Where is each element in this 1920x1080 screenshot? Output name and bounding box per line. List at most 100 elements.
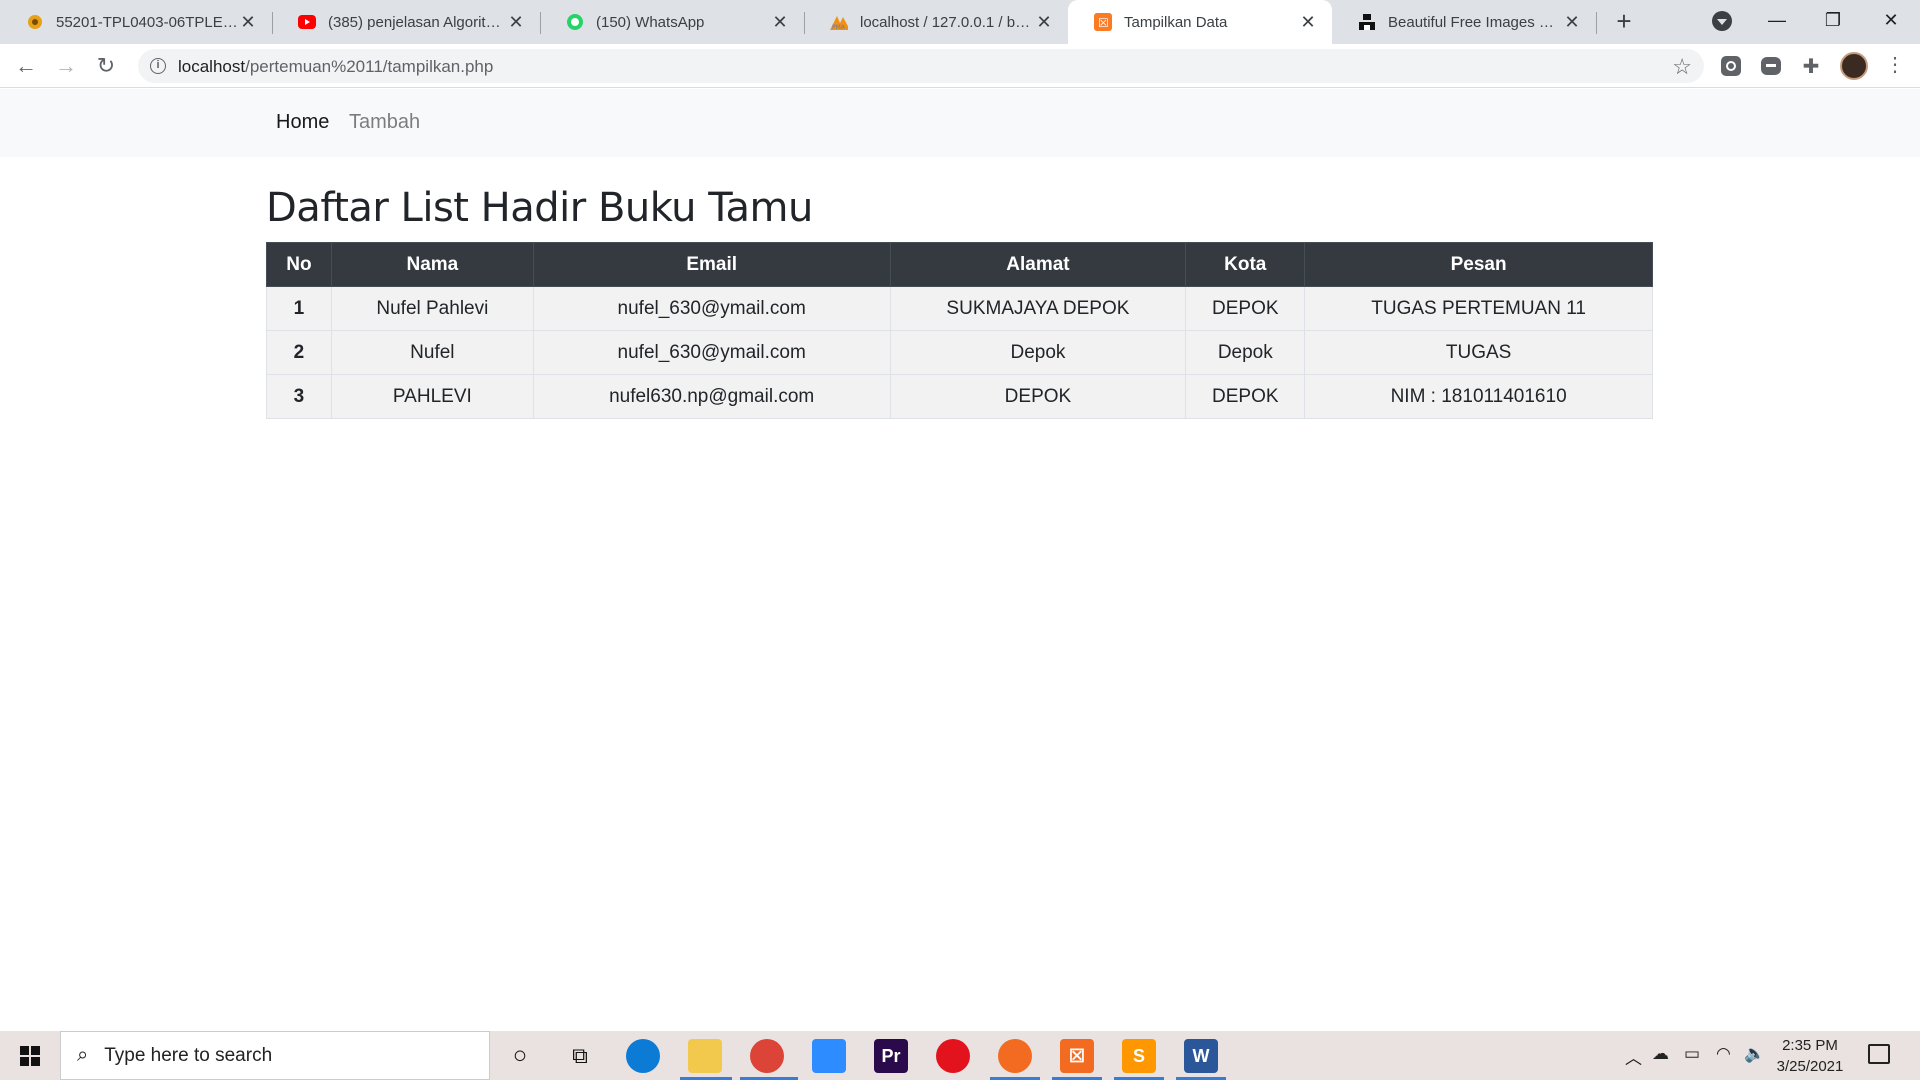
extension-chat-icon[interactable] [1760,55,1782,77]
profile-avatar[interactable] [1840,52,1868,80]
clock-time: 2:35 PM [1782,1037,1838,1054]
tab-title: 55201-TPL0403-06TPLE016 - [56,13,238,31]
youtube-icon [298,13,316,31]
tab-title: (385) penjelasan Algoritma K [328,13,506,31]
restore-button[interactable]: ❐ [1808,4,1858,36]
cell-pesan: TUGAS [1304,330,1653,375]
column-header-no: No [266,242,332,287]
cell-email: nufel_630@ymail.com [532,286,891,331]
site-navbar: Home Tambah [0,89,1920,157]
cell-nama: Nufel [330,330,534,375]
phpmyadmin-icon: PMA [830,13,848,31]
word-icon[interactable]: W [1184,1039,1218,1073]
table-row: 3 PAHLEVI nufel630.np@gmail.com DEPOK DE… [266,374,1653,419]
info-icon[interactable]: i [150,58,166,74]
tab-title: localhost / 127.0.0.1 / buku_ [860,13,1034,31]
extensions-puzzle-icon[interactable]: ✚ [1800,55,1822,78]
browser-toolbar: ← → ↻ i localhost/pertemuan%2011/tampilk… [0,44,1920,88]
tab-title: (150) WhatsApp [596,13,705,31]
column-header-kota: Kota [1185,242,1306,287]
back-button[interactable]: ← [12,52,40,80]
clock-date: 3/25/2021 [1776,1058,1844,1075]
wifi-icon[interactable]: ◠ [1716,1044,1731,1064]
unsplash-icon [1358,13,1376,31]
cell-nama: Nufel Pahlevi [330,286,534,331]
tab-search-icon[interactable] [1712,11,1732,31]
cell-nama: PAHLEVI [330,374,534,419]
taskbar-search-box[interactable]: ⌕ Type here to search [60,1031,490,1080]
cell-no: 1 [266,286,332,331]
nav-link-tambah[interactable]: Tambah [349,111,420,134]
url-path: /pertemuan%2011/tampilkan.php [245,57,494,76]
xampp-taskbar-icon[interactable]: ☒ [1060,1039,1094,1073]
menu-kebab-icon[interactable]: ⋮ [1885,54,1905,76]
close-icon[interactable]: ✕ [238,12,258,32]
forward-button[interactable]: → [52,52,80,80]
new-tab-button[interactable]: + [1610,8,1638,36]
zoom-icon[interactable] [812,1039,846,1073]
table-row: 2 Nufel nufel_630@ymail.com Depok Depok … [266,330,1653,375]
extension-icon[interactable] [1720,55,1742,77]
page-content: Home Tambah Daftar List Hadir Buku Tamu … [0,89,1920,1031]
file-explorer-icon[interactable] [688,1039,722,1073]
tab-youtube[interactable]: (385) penjelasan Algoritma K ✕ [272,0,540,44]
taskbar-clock[interactable]: 2:35 PM 3/25/2021 [1770,1035,1850,1077]
tab-title: Tampilkan Data [1124,13,1228,31]
chrome-icon[interactable] [750,1039,784,1073]
whatsapp-icon [566,13,584,31]
window-close-button[interactable]: ✕ [1866,4,1916,36]
volume-icon[interactable]: 🔈 [1744,1044,1765,1064]
tab-title: Beautiful Free Images & Pictu [1388,13,1562,31]
cell-alamat: SUKMAJAYA DEPOK [889,286,1187,331]
start-button[interactable] [0,1031,60,1080]
blender-icon[interactable] [998,1039,1032,1073]
cell-kota: Depok [1185,330,1306,375]
table-header-row: No Nama Email Alamat Kota Pesan [266,242,1653,287]
cell-no: 2 [266,330,332,375]
url-host: localhost [178,57,246,76]
premiere-icon[interactable]: Pr [874,1039,908,1073]
cell-alamat: Depok [889,330,1187,375]
column-header-alamat: Alamat [889,242,1187,287]
tab-tampilkan-data[interactable]: ☒ Tampilkan Data ✕ [1068,0,1332,44]
notification-center-icon[interactable] [1868,1044,1890,1064]
close-icon[interactable]: ✕ [1298,12,1318,32]
cell-kota: DEPOK [1185,374,1306,419]
browser-tab-strip: 55201-TPL0403-06TPLE016 - ✕ (385) penjel… [0,0,1920,44]
search-icon: ⌕ [77,1044,89,1066]
svg-text:☒: ☒ [1098,16,1109,30]
url-text[interactable]: localhost/pertemuan%2011/tampilkan.php [178,57,493,77]
onedrive-icon[interactable]: ☁ [1652,1044,1669,1064]
close-icon[interactable]: ✕ [770,12,790,32]
svg-text:PMA: PMA [832,24,846,30]
windows-taskbar: ⌕ Type here to search ○ ⧉ Pr ☒ S W ︿ ☁ ▭… [0,1031,1920,1080]
sublime-text-icon[interactable]: S [1122,1039,1156,1073]
moodle-icon [26,13,44,31]
bookmark-star-icon[interactable]: ☆ [1672,54,1692,80]
cell-kota: DEPOK [1185,286,1306,331]
cortana-icon[interactable]: ○ [503,1039,537,1073]
close-icon[interactable]: ✕ [506,12,526,32]
column-header-nama: Nama [330,242,534,287]
minimize-button[interactable]: — [1752,4,1802,36]
cell-no: 3 [266,374,332,419]
nav-link-home[interactable]: Home [276,111,329,134]
tab-moodle[interactable]: 55201-TPL0403-06TPLE016 - ✕ [0,0,272,44]
xampp-icon: ☒ [1094,13,1112,31]
address-bar[interactable]: i localhost/pertemuan%2011/tampilkan.php… [138,49,1704,83]
table-row: 1 Nufel Pahlevi nufel_630@ymail.com SUKM… [266,286,1653,331]
tab-unsplash[interactable]: Beautiful Free Images & Pictu ✕ [1332,0,1596,44]
task-view-icon[interactable]: ⧉ [563,1039,597,1073]
battery-icon[interactable]: ▭ [1684,1044,1700,1064]
close-icon[interactable]: ✕ [1034,12,1054,32]
tab-whatsapp[interactable]: (150) WhatsApp ✕ [540,0,804,44]
close-icon[interactable]: ✕ [1562,12,1582,32]
cell-email: nufel630.np@gmail.com [532,374,891,419]
cell-email: nufel_630@ymail.com [532,330,891,375]
tray-chevron-up-icon[interactable]: ︿ [1625,1044,1642,1069]
reload-button[interactable]: ↻ [92,52,120,80]
tab-phpmyadmin[interactable]: PMA localhost / 127.0.0.1 / buku_ ✕ [804,0,1068,44]
search-placeholder: Type here to search [104,1044,273,1066]
edge-icon[interactable] [626,1039,660,1073]
opera-icon[interactable] [936,1039,970,1073]
